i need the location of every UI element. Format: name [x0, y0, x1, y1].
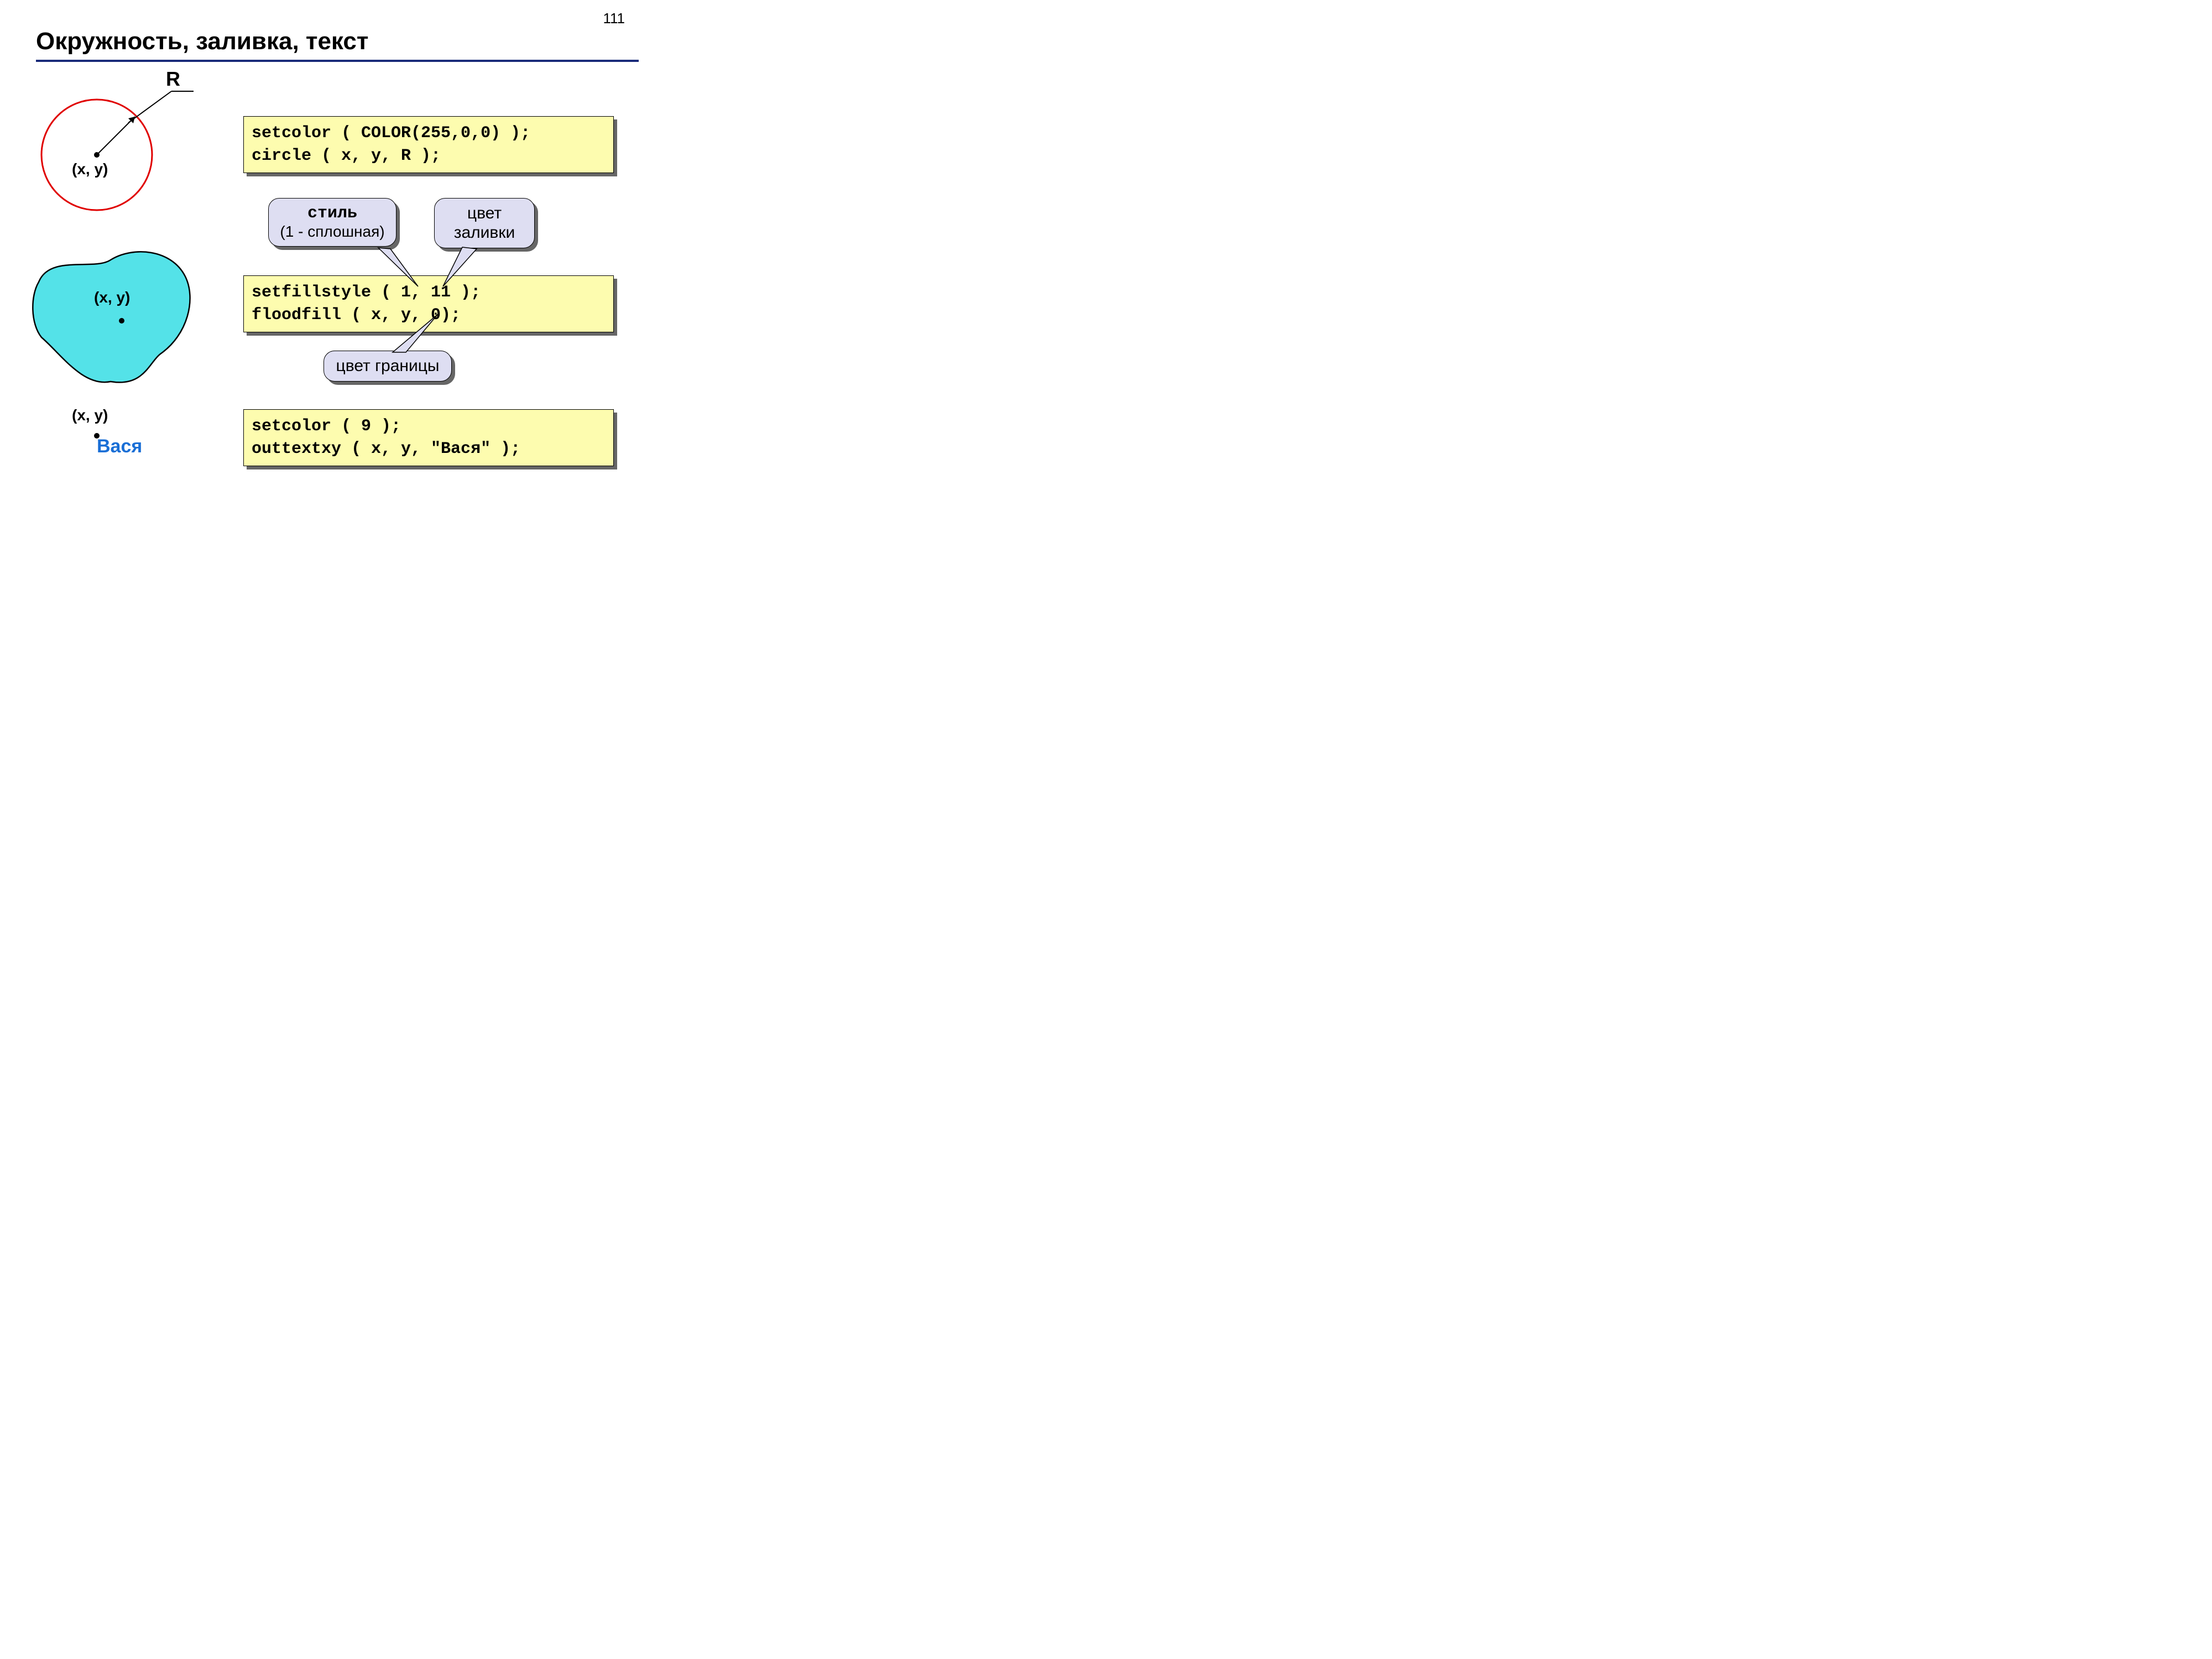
text-point-label: (x, y) — [72, 406, 108, 424]
page-number: 111 — [603, 10, 625, 27]
callout-bordercolor: цвет границы — [324, 351, 452, 382]
callout-style-plain: (1 - сплошная) — [280, 223, 385, 241]
callout-fillcolor: цвет заливки — [434, 198, 535, 248]
callout-style-bold: стиль — [280, 204, 385, 223]
output-text: Вася — [97, 436, 142, 457]
circle-center-label: (x, y) — [72, 160, 108, 178]
fill-point-label: (x, y) — [94, 289, 130, 306]
code-text: setcolor ( 9 ); outtextxy ( x, y, "Вася"… — [243, 409, 614, 466]
code-fill: setfillstyle ( 1, 11 ); floodfill ( x, y… — [243, 275, 614, 332]
callout-fillcolor-text: цвет заливки — [446, 204, 523, 242]
callout-style: стиль (1 - сплошная) — [268, 198, 397, 247]
radius-label: R — [166, 67, 180, 91]
slide-title: Окружность, заливка, текст — [36, 28, 368, 55]
callout-bordercolor-text: цвет границы — [335, 357, 440, 375]
title-underline — [36, 60, 639, 62]
code-circle: setcolor ( COLOR(255,0,0) ); circle ( x,… — [243, 116, 614, 173]
